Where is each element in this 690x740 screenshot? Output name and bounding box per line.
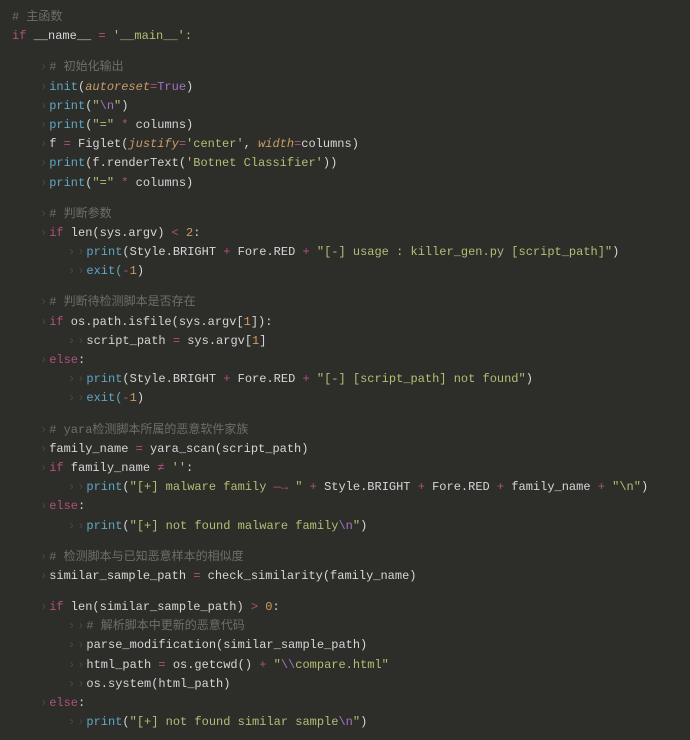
code-line: ››print("[+] not found similar sample\n"…	[12, 713, 678, 732]
code-line: ›print("\n")	[12, 97, 678, 116]
code-line: ››print(Style.BRIGHT + Fore.RED + "[-] u…	[12, 243, 678, 262]
code-line: ›print(f.renderText('Botnet Classifier')…	[12, 154, 678, 173]
code-line: if __name__ = '__main__':	[12, 27, 678, 46]
code-line: ›if os.path.isfile(sys.argv[1]):	[12, 313, 678, 332]
code-line: ››# 解析脚本中更新的恶意代码	[12, 617, 678, 636]
code-line: ›# 判断待检测脚本是否存在	[12, 293, 678, 312]
code-line: ››print("[+] not found malware family\n"…	[12, 517, 678, 536]
code-line: ››exit(-1)	[12, 389, 678, 408]
code-line: # 主函数	[12, 8, 678, 27]
code-line: ›# 判断参数	[12, 205, 678, 224]
code-line: ››parse_modification(similar_sample_path…	[12, 636, 678, 655]
code-line: ›if len(sys.argv) < 2:	[12, 224, 678, 243]
code-line: ›similar_sample_path = check_similarity(…	[12, 567, 678, 586]
code-line: ›print("=" * columns)	[12, 116, 678, 135]
code-line: ›init(autoreset=True)	[12, 78, 678, 97]
code-block: # 主函数 if __name__ = '__main__': ›# 初始化输出…	[12, 8, 678, 732]
code-line: ›else:	[12, 351, 678, 370]
code-line: ›# 检测脚本与已知恶意样本的相似度	[12, 548, 678, 567]
code-line: ›else:	[12, 497, 678, 516]
code-line: ›if len(similar_sample_path) > 0:	[12, 598, 678, 617]
code-line: ›# 初始化输出	[12, 58, 678, 77]
code-line: ››exit(-1)	[12, 262, 678, 281]
code-line: ›print("=" * columns)	[12, 174, 678, 193]
code-line: ›# yara检测脚本所属的恶意软件家族	[12, 421, 678, 440]
code-line: ››print(Style.BRIGHT + Fore.RED + "[-] […	[12, 370, 678, 389]
code-line: ››print("[+] malware family —→ " + Style…	[12, 478, 678, 497]
code-line: ›else:	[12, 694, 678, 713]
code-line: ›family_name = yara_scan(script_path)	[12, 440, 678, 459]
code-line: ›if family_name ≠ '':	[12, 459, 678, 478]
code-line: ››html_path = os.getcwd() + "\\compare.h…	[12, 656, 678, 675]
code-line: ›f = Figlet(justify='center', width=colu…	[12, 135, 678, 154]
code-line: ››os.system(html_path)	[12, 675, 678, 694]
code-line: ››script_path = sys.argv[1]	[12, 332, 678, 351]
